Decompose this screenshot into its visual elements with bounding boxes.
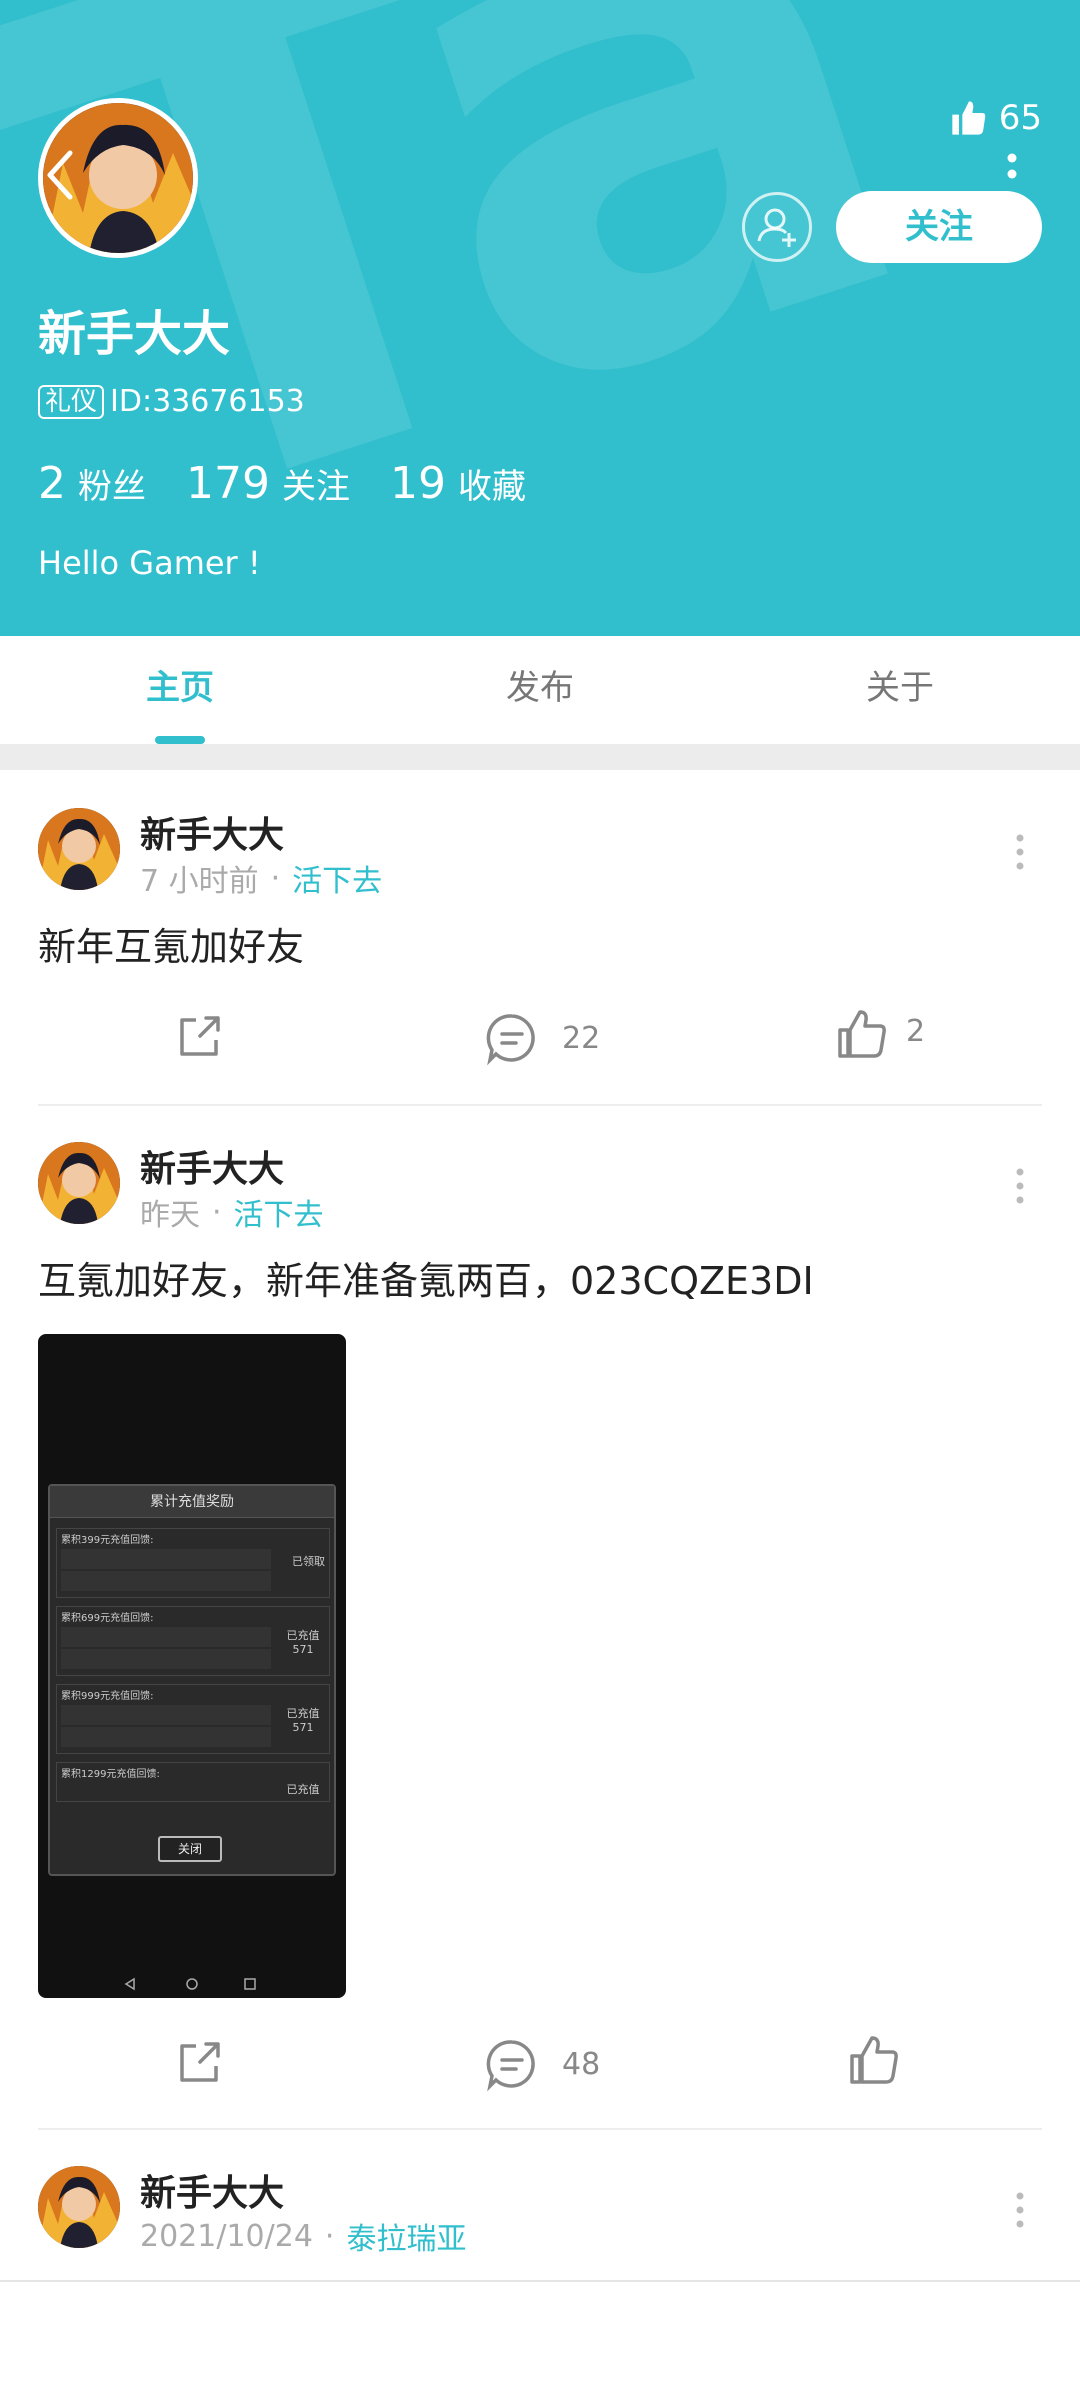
post-game-link[interactable]: 活下去 [292,856,382,900]
reward-tier-status: 已充值 571 [286,1629,320,1656]
profile-tabs: 主页 发布 关于 [0,636,1080,744]
meta-dot: · [270,860,281,896]
post-text: 新年互氪加好友 [38,925,305,969]
stat-fans-count: 2 [38,458,66,509]
reward-tier-status: 已充值 [286,1783,320,1796]
meta-dot: · [324,2218,335,2254]
share-button[interactable] [172,1010,226,1064]
post-game-link[interactable]: 活下去 [234,1190,324,1234]
reward-tier: 累积699元充值回馈: 已充值 571 [56,1606,330,1676]
android-nav-bar [124,1977,256,1991]
comment-icon [486,2040,535,2092]
profile-like[interactable]: 65 [949,98,1042,138]
feed-post[interactable]: 新手大大 2021/10/24 · 泰拉瑞亚 [0,2130,1080,2280]
reward-tier-status: 已领取 [292,1555,325,1568]
reward-tier-label: 累积399元充值回馈: [61,1535,154,1546]
share-icon [180,2042,220,2082]
profile-like-count: 65 [998,98,1042,138]
share-icon [180,1016,220,1056]
reward-items [61,1705,271,1749]
avatar[interactable] [38,2166,120,2248]
like-button[interactable] [846,2032,902,2088]
more-vertical-icon[interactable] [1014,2192,1026,2228]
comment-count: 48 [562,2046,601,2082]
post-time: 7 小时前 [140,864,259,899]
post-time: 昨天 [140,1198,200,1233]
meta-dot: · [212,1194,222,1230]
post-meta: 2021/10/24 · 泰拉瑞亚 [140,2214,466,2258]
like-count: 2 [906,1013,926,1049]
reward-items [61,1627,271,1671]
profile-header: Ta 65 关注 新手大大 礼仪 ID:33676153 2 粉丝 179 关注… [0,0,1080,636]
more-vertical-icon[interactable] [1014,1168,1026,1204]
add-friend-icon [757,208,796,247]
avatar[interactable] [38,808,120,890]
reward-tier-label: 累积1299元充值回馈: [61,1769,160,1780]
reward-items [61,1549,271,1593]
post-image[interactable]: 累计充值奖励 累积399元充值回馈: 已领取 累积699元充值回馈: 已充值 5… [38,1334,346,1998]
profile-bio: Hello Gamer ! [38,544,261,582]
reward-tier-label: 累积999元充值回馈: [61,1691,154,1702]
thumbs-up-icon [838,1010,886,1058]
post-game-link[interactable]: 泰拉瑞亚 [346,2214,466,2258]
avatar[interactable] [38,1142,120,1224]
reward-tier: 累积399元充值回馈: 已领取 [56,1528,330,1598]
stat-following-count: 179 [186,458,270,509]
back-arrow-icon[interactable] [40,145,80,205]
feed-post[interactable]: 新手大大 7 小时前 · 活下去 新年互氪加好友 22 2 [0,770,1080,1106]
tab-posts[interactable]: 发布 [360,636,720,744]
stat-favorites-count: 19 [389,458,446,509]
thumbs-up-icon [850,2036,898,2084]
comment-button[interactable]: 48 [484,2036,600,2092]
post-actions: 22 2 [0,998,1080,1078]
post-author[interactable]: 新手大大 [140,1140,284,1192]
profile-id-row: 礼仪 ID:33676153 [38,384,305,419]
dialog-close-button: 关闭 [158,1836,222,1862]
comment-icon [486,1014,535,1066]
stat-following-label: 关注 [281,467,350,507]
stat-favorites-label: 收藏 [457,467,526,507]
reward-tier-status: 已充值 571 [286,1707,320,1734]
add-friend-button[interactable] [742,192,812,262]
post-actions: 48 [0,2026,1080,2106]
more-vertical-icon[interactable] [1014,834,1026,870]
reward-tier: 累积999元充值回馈: 已充值 571 [56,1684,330,1754]
bottom-divider [0,2280,1080,2282]
reward-tier-label: 累积699元充值回馈: [61,1613,154,1624]
comment-button[interactable]: 22 [484,1010,600,1066]
more-vertical-icon[interactable] [1006,152,1018,192]
post-text: 互氪加好友，新年准备氪两百，023CQZE3DI [38,1259,814,1303]
profile-stats: 2 粉丝 179 关注 19 收藏 [38,458,566,509]
share-button[interactable] [172,2036,226,2090]
reward-dialog: 累计充值奖励 累积399元充值回馈: 已领取 累积699元充值回馈: 已充值 5… [48,1484,336,1876]
post-meta: 7 小时前 · 活下去 [140,856,382,900]
post-author[interactable]: 新手大大 [140,806,284,858]
like-button[interactable]: 2 [834,1006,925,1062]
profile-id: ID:33676153 [110,384,305,419]
reward-tier: 累积1299元充值回馈: 已充值 [56,1762,330,1802]
post-time: 2021/10/24 [140,2218,313,2254]
stat-fans[interactable]: 2 粉丝 [38,458,146,509]
tab-home[interactable]: 主页 [0,636,360,744]
thumbs-up-icon [952,101,985,135]
tab-about[interactable]: 关于 [720,636,1080,744]
stat-following[interactable]: 179 关注 [186,458,350,509]
post-author[interactable]: 新手大大 [140,2164,284,2216]
follow-button[interactable]: 关注 [836,191,1042,263]
feed-post[interactable]: 新手大大 昨天 · 活下去 互氪加好友，新年准备氪两百，023CQZE3DI 累… [0,1106,1080,2130]
comment-count: 22 [562,1020,601,1056]
reward-dialog-title: 累计充值奖励 [50,1486,334,1518]
id-tag-badge: 礼仪 [38,384,105,419]
stat-fans-label: 粉丝 [78,467,146,507]
post-meta: 昨天 · 活下去 [140,1190,324,1234]
section-separator [0,744,1080,770]
stat-favorites[interactable]: 19 收藏 [390,458,526,509]
profile-username: 新手大大 [38,306,231,362]
